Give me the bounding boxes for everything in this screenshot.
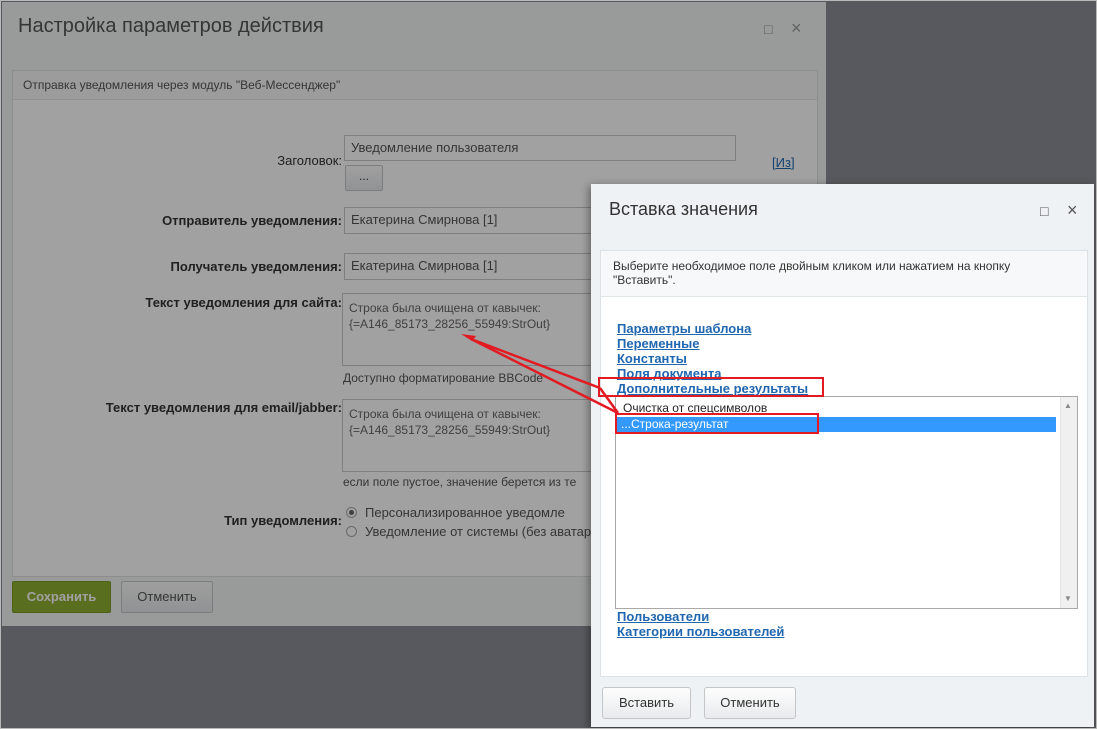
annotation-arrow [461,334,620,415]
arrow-line-3 [470,337,601,390]
arrow-line-1 [470,337,619,415]
